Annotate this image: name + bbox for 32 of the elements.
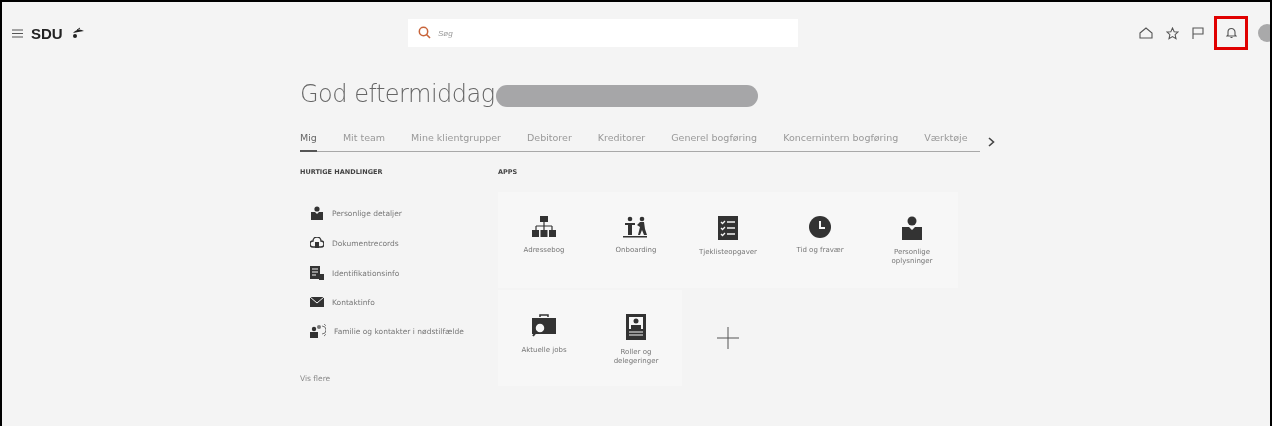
tab[interactable]: Mine klientgrupper	[411, 132, 501, 152]
search-icon	[418, 26, 431, 39]
tab[interactable]: Kreditorer	[597, 132, 646, 152]
briefcase-search-icon	[532, 314, 556, 338]
highlighted-toolbar-button[interactable]	[1214, 16, 1248, 50]
leaf-icon	[70, 27, 85, 39]
clock-icon	[809, 216, 831, 238]
people-icon	[310, 324, 326, 338]
plus-icon	[717, 327, 739, 349]
org-chart-icon	[532, 216, 556, 238]
flag-icon	[1192, 27, 1204, 39]
tab[interactable]: Generel bogføring	[671, 132, 758, 152]
greeting-text: God eftermiddag	[300, 80, 495, 108]
checklist-icon	[718, 216, 738, 240]
logo-text[interactable]: SDU	[31, 24, 63, 42]
tab[interactable]: Koncernintern bogføring	[783, 132, 899, 152]
envelope-icon	[310, 297, 324, 307]
tab[interactable]: Mig	[300, 132, 317, 152]
cloud-icon	[310, 237, 324, 249]
tab[interactable]: Værktøje	[924, 132, 968, 152]
search-field[interactable]: Søg	[408, 19, 798, 47]
person-icon	[310, 206, 324, 220]
home-icon	[1139, 27, 1153, 39]
tab[interactable]: Debitorer	[527, 132, 572, 152]
document-icon	[310, 266, 324, 280]
two-people-icon	[623, 216, 649, 238]
person-icon	[902, 216, 922, 240]
star-icon	[1165, 26, 1179, 40]
menu-icon[interactable]	[12, 28, 23, 38]
id-badge-icon	[626, 314, 646, 340]
bell-icon	[1225, 27, 1237, 39]
tab[interactable]: Mit team	[342, 132, 386, 152]
